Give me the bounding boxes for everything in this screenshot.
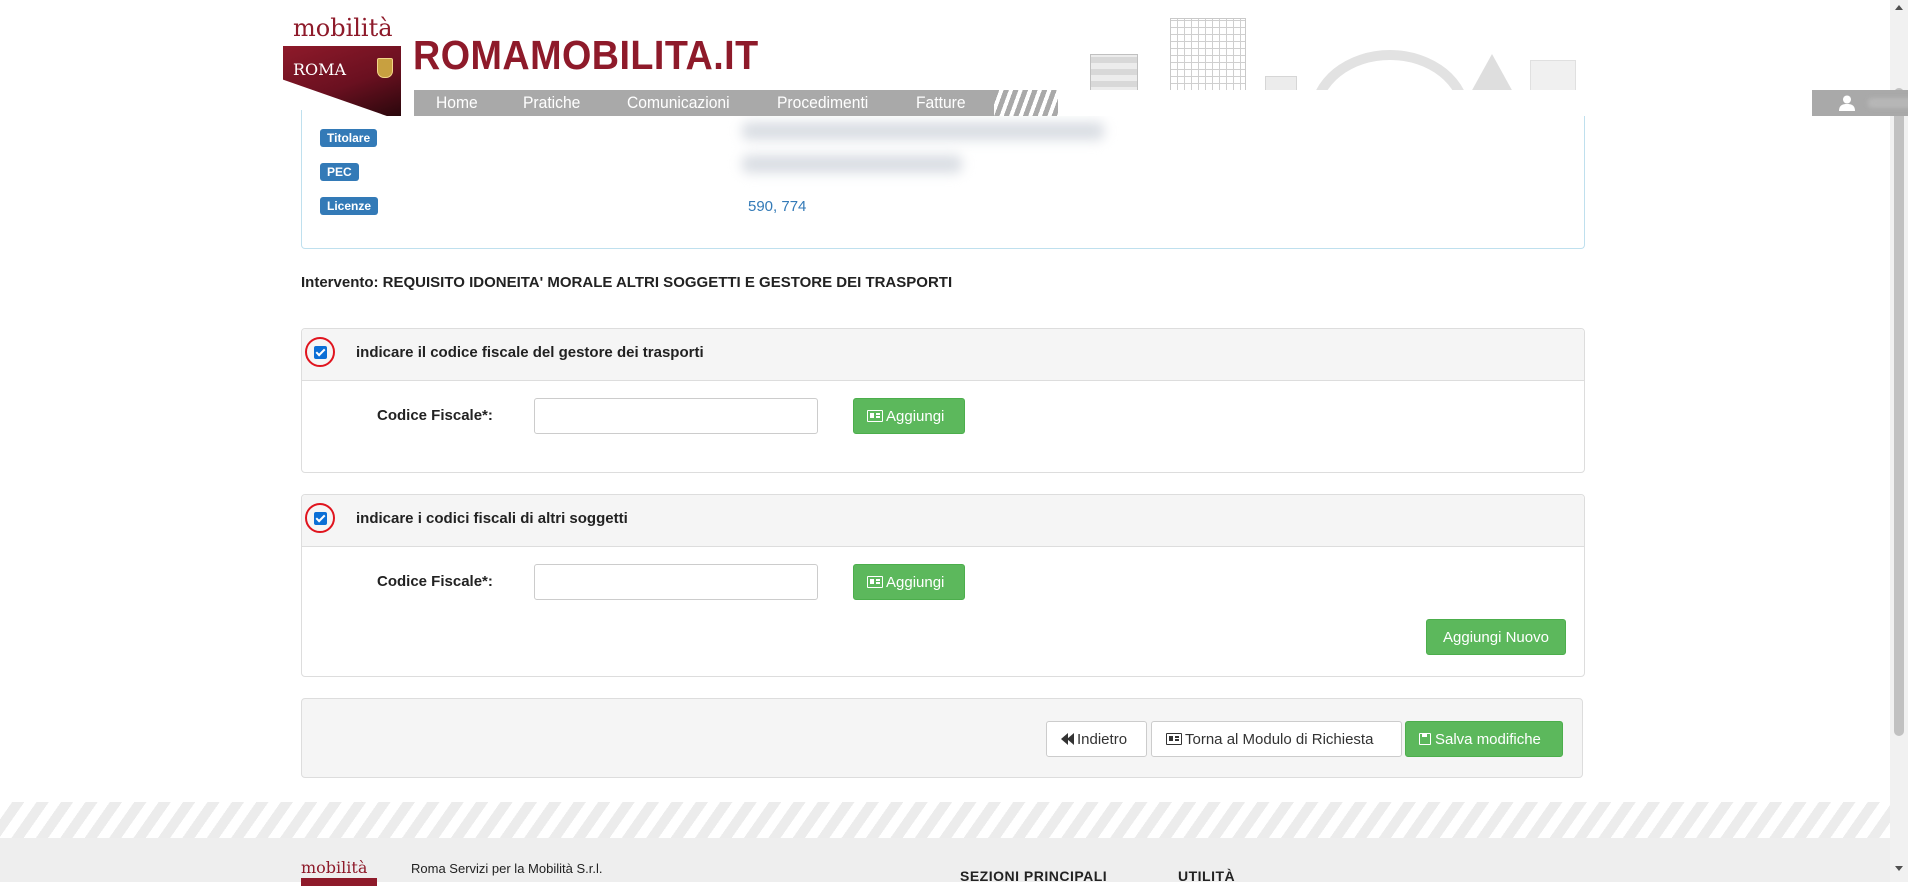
- nav-item-comunicazioni[interactable]: Comunicazioni: [627, 90, 730, 116]
- footer-hatch-decoration: [0, 802, 1890, 838]
- mobilita-roma-logo[interactable]: mobilità ROMA: [283, 14, 403, 116]
- return-to-request-button[interactable]: Torna al Modulo di Richiesta: [1151, 721, 1402, 757]
- licenze-value: 590, 774: [748, 198, 807, 215]
- backward-icon: [1067, 733, 1074, 745]
- main-nav: Home Pratiche Comunicazioni Procedimenti…: [414, 90, 1908, 116]
- altri-soggetti-panel-title: indicare i codici fiscali di altri sogge…: [356, 510, 628, 527]
- logo-top-text: mobilità: [293, 14, 393, 42]
- site-header: mobilità ROMA ROMAMOBILITA.IT Home Prati…: [0, 0, 1908, 118]
- scrollbar-thumb[interactable]: [1894, 88, 1904, 736]
- gestore-add-button[interactable]: Aggiungi: [853, 398, 965, 434]
- site-footer: mobilità Roma Servizi per la Mobilità S.…: [0, 838, 1890, 886]
- nav-item-home[interactable]: Home: [436, 90, 478, 116]
- titolare-label: Titolare: [320, 129, 378, 147]
- pec-value-redacted: [742, 155, 962, 173]
- roma-crest-icon: [377, 58, 393, 78]
- checkbox-highlight: [305, 503, 335, 533]
- gestore-panel: indicare il codice fiscale del gestore d…: [301, 328, 1585, 473]
- nav-item-procedimenti[interactable]: Procedimenti: [777, 90, 868, 116]
- footer-company-name: Roma Servizi per la Mobilità S.r.l.: [411, 861, 603, 876]
- form-actions-bar: Indietro Torna al Modulo di Richiesta Sa…: [301, 698, 1583, 778]
- altri-add-button[interactable]: Aggiungi: [853, 564, 965, 600]
- gestore-checkbox[interactable]: [314, 346, 327, 359]
- logo-city-text: ROMA: [293, 60, 347, 79]
- footer-logo[interactable]: mobilità: [301, 858, 367, 877]
- gestore-panel-title: indicare il codice fiscale del gestore d…: [356, 344, 704, 361]
- checkbox-highlight: [305, 337, 335, 367]
- id-card-icon: [1166, 733, 1182, 745]
- intervento-heading: Intervento: REQUISITO IDONEITA' MORALE A…: [301, 274, 953, 291]
- floppy-disk-icon: [1419, 733, 1431, 745]
- user-menu[interactable]: [1812, 90, 1908, 116]
- gestore-codice-fiscale-input[interactable]: [534, 398, 818, 434]
- page: mobilità ROMA ROMAMOBILITA.IT Home Prati…: [0, 0, 1908, 886]
- gestore-add-label: Aggiungi: [886, 408, 945, 425]
- altri-soggetti-panel: indicare i codici fiscali di altri sogge…: [301, 494, 1585, 677]
- return-button-label: Torna al Modulo di Richiesta: [1185, 731, 1374, 748]
- brand-title[interactable]: ROMAMOBILITA.IT: [413, 32, 759, 79]
- practice-info-panel: Titolare PEC Licenze 590, 774: [301, 110, 1585, 249]
- gestore-panel-header: indicare il codice fiscale del gestore d…: [302, 329, 1584, 381]
- page-scrollbar[interactable]: [1890, 0, 1908, 882]
- user-icon: [1839, 95, 1855, 111]
- licenze-label: Licenze: [320, 197, 379, 215]
- user-name-redacted: [1868, 98, 1908, 108]
- back-button-label: Indietro: [1077, 731, 1128, 748]
- nav-item-pratiche[interactable]: Pratiche: [523, 90, 580, 116]
- titolare-value-redacted: [742, 122, 1104, 140]
- codice-fiscale-label: Codice Fiscale*:: [377, 573, 493, 590]
- logo-band: [283, 46, 401, 116]
- id-card-icon: [867, 576, 883, 588]
- pec-label: PEC: [320, 163, 359, 181]
- altri-codice-fiscale-input[interactable]: [534, 564, 818, 600]
- nav-stripes-decoration: [994, 90, 1058, 116]
- nav-item-fatture[interactable]: Fatture: [916, 90, 966, 116]
- altri-add-label: Aggiungi: [886, 574, 945, 591]
- save-button-label: Salva modifiche: [1435, 731, 1541, 748]
- altri-soggetti-panel-header: indicare i codici fiscali di altri sogge…: [302, 495, 1584, 547]
- scroll-down-arrow-icon[interactable]: [1895, 866, 1903, 871]
- footer-logo-band: [301, 878, 377, 886]
- back-button[interactable]: Indietro: [1046, 721, 1147, 757]
- add-new-button[interactable]: Aggiungi Nuovo: [1426, 619, 1566, 655]
- nav-spacer: [1058, 90, 1818, 116]
- id-card-icon: [867, 410, 883, 422]
- altri-soggetti-checkbox[interactable]: [314, 512, 327, 525]
- codice-fiscale-label: Codice Fiscale*:: [377, 407, 493, 424]
- save-changes-button[interactable]: Salva modifiche: [1405, 721, 1563, 757]
